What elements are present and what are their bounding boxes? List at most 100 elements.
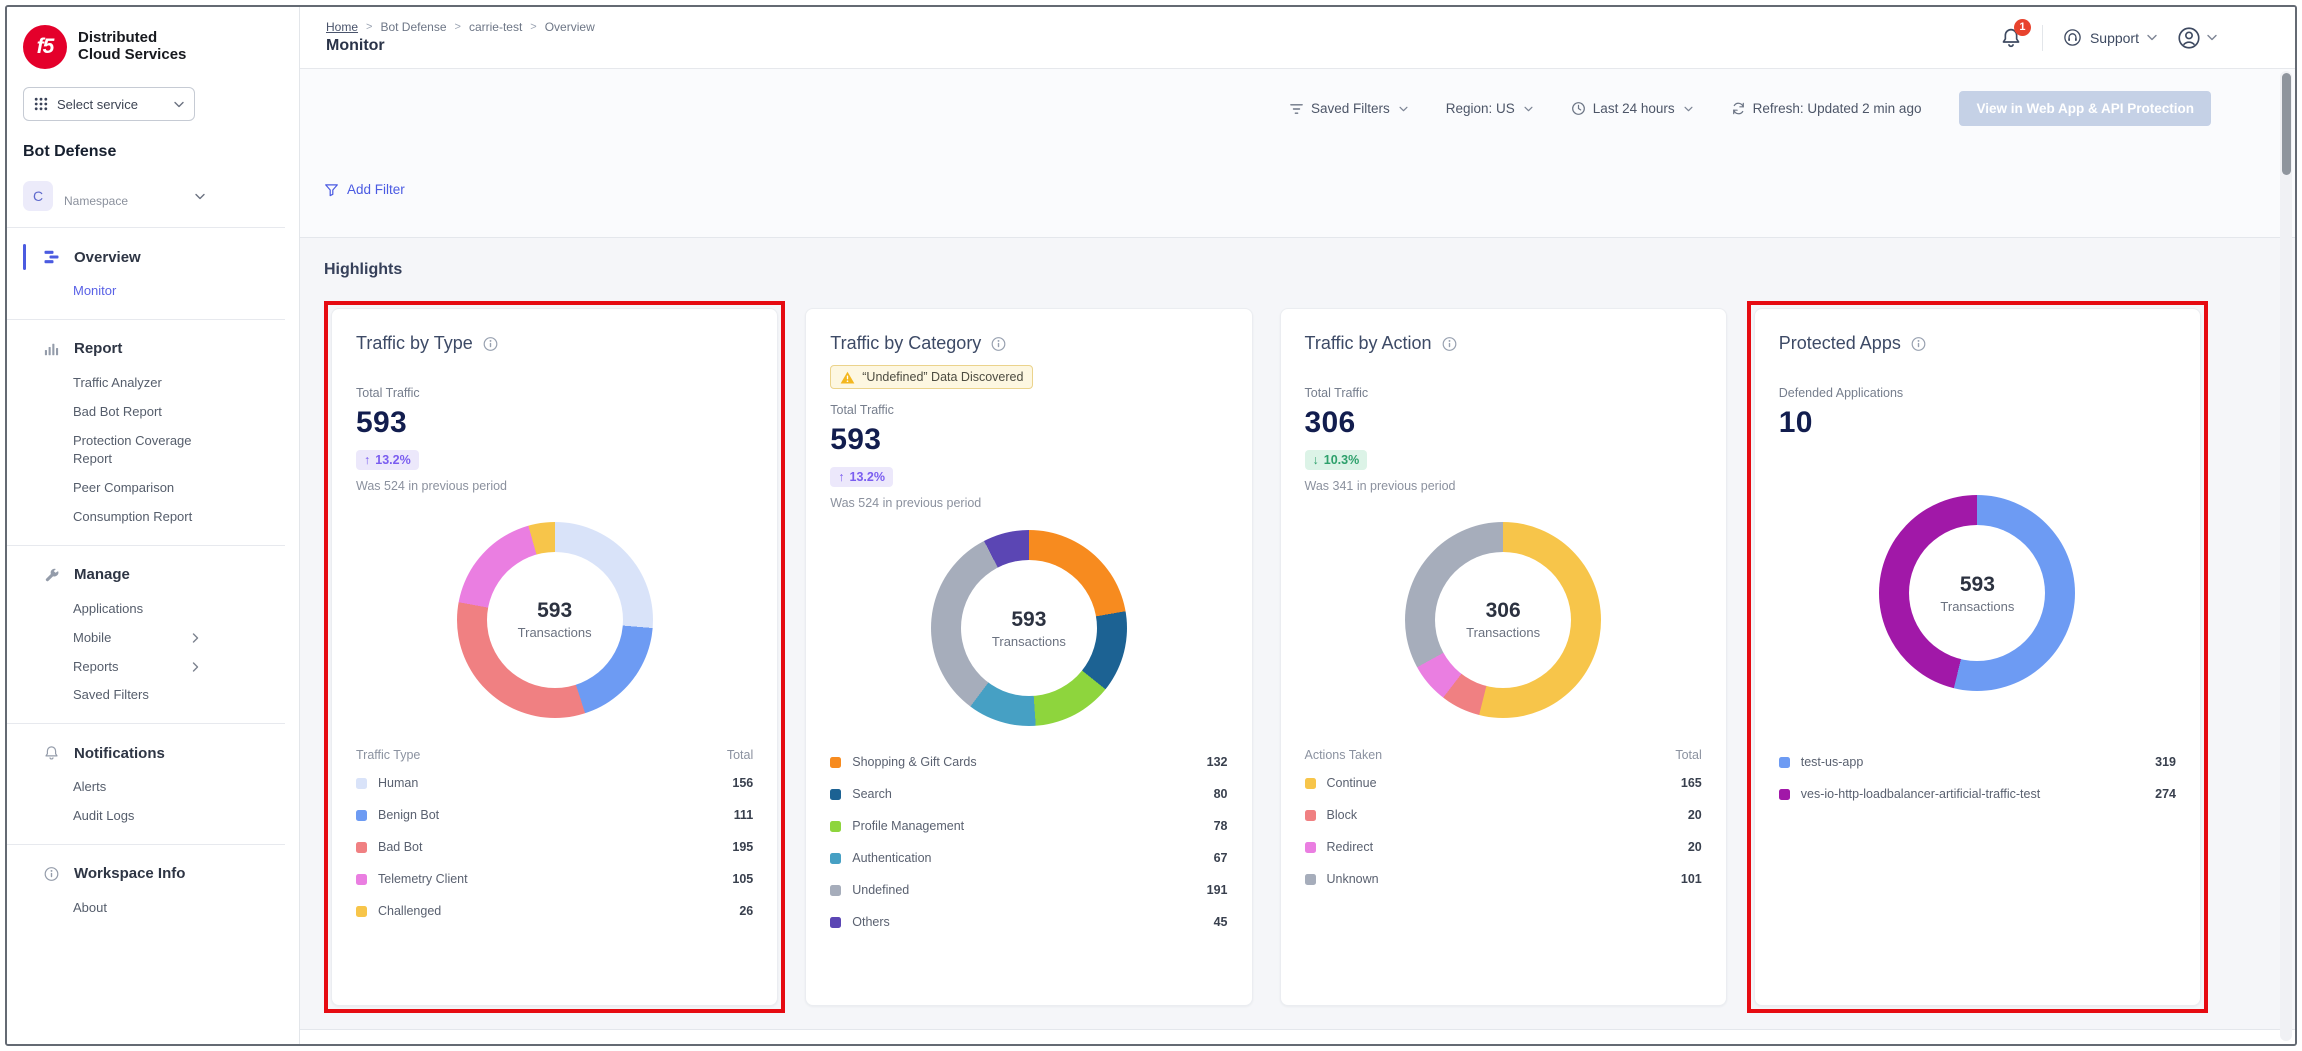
sidebar-item-protection-coverage-report[interactable]: Protection Coverage Report <box>73 427 285 475</box>
card-title-row: Traffic by Type <box>356 333 753 354</box>
card-title: Protected Apps <box>1779 333 1901 354</box>
legend-value: 132 <box>1207 755 1228 769</box>
info-icon[interactable] <box>482 336 499 352</box>
donut-center-label: 593 Transactions <box>1879 495 2075 691</box>
protected-apps-donut: 593 Transactions <box>1879 495 2075 691</box>
sidebar-item-alerts[interactable]: Alerts <box>73 773 285 802</box>
legend-list: Continue165Block20Redirect20Unknown101 <box>1305 767 1702 895</box>
sidebar-item-monitor[interactable]: Monitor <box>73 277 285 306</box>
user-account-menu[interactable] <box>2177 26 2217 50</box>
legend-label: Shopping & Gift Cards <box>852 755 976 769</box>
details-section: Details <box>300 1029 2295 1046</box>
breadcrumb-item-home[interactable]: Home <box>326 20 358 34</box>
sidebar-item-label: Applications <box>73 600 143 619</box>
support-menu[interactable]: Support <box>2063 28 2157 47</box>
card-protected-apps: Protected AppsDefended Applications10593… <box>1754 308 2201 1006</box>
sidebar-item-label: Peer Comparison <box>73 479 174 498</box>
previous-period-text: Was 524 in previous period <box>356 479 753 493</box>
sidebar-item-manage[interactable]: Manage <box>7 561 285 589</box>
sidebar-item-workspace-info[interactable]: Workspace Info <box>7 860 285 888</box>
header-divider <box>2042 25 2043 51</box>
breadcrumb-item-carrie-test[interactable]: carrie-test <box>469 20 522 34</box>
notification-count-badge: 1 <box>2014 19 2031 36</box>
legend-list: test-us-app319ves-io-http-loadbalancer-a… <box>1779 746 2176 810</box>
legend-item-search: Search80 <box>830 778 1227 810</box>
sidebar-item-peer-comparison[interactable]: Peer Comparison <box>73 474 285 503</box>
sidebar-nav: Overview Monitor Report Traffic Analyzer Bad… <box>7 228 299 936</box>
legend-item-bad-bot: Bad Bot195 <box>356 831 753 863</box>
chevron-down-icon <box>2207 34 2217 41</box>
region-dropdown[interactable]: Region: US <box>1446 101 1533 116</box>
legend-value: 111 <box>734 808 753 822</box>
saved-filters-dropdown[interactable]: Saved Filters <box>1289 101 1408 116</box>
sidebar-item-bad-bot-report[interactable]: Bad Bot Report <box>73 398 285 427</box>
sidebar-item-label: Mobile <box>73 629 111 648</box>
legend-value: 26 <box>739 904 753 918</box>
sidebar-item-saved-filters[interactable]: Saved Filters <box>73 681 285 710</box>
sidebar-item-label: Bad Bot Report <box>73 403 162 422</box>
chevron-right-icon <box>192 662 199 672</box>
legend-item-test-us-app: test-us-app319 <box>1779 746 2176 778</box>
info-icon[interactable] <box>1910 336 1927 352</box>
card-body: “Undefined” Data DiscoveredTotal Traffic… <box>830 354 1227 746</box>
change-badge-row: ↑13.2% <box>830 457 1227 487</box>
sidebar-item-reports[interactable]: Reports <box>73 653 285 682</box>
sidebar-item-notifications[interactable]: Notifications <box>7 739 285 767</box>
refresh-button[interactable]: Refresh: Updated 2 min ago <box>1731 101 1922 116</box>
sidebar-item-applications[interactable]: Applications <box>73 595 285 624</box>
details-heading: Details <box>324 1043 2295 1046</box>
top-header: Home>Bot Defense>carrie-test>Overview Mo… <box>300 7 2295 69</box>
namespace-selector[interactable]: C Namespace <box>7 173 285 228</box>
legend-item-telemetry-client: Telemetry Client105 <box>356 863 753 895</box>
change-value: 13.2% <box>375 453 410 467</box>
sidebar-item-overview[interactable]: Overview <box>7 243 285 271</box>
legend-swatch <box>1305 874 1316 885</box>
sidebar-item-about[interactable]: About <box>73 894 285 923</box>
legend-swatch <box>356 906 367 917</box>
card-body: Defended Applications10593Transactions <box>1779 354 2176 746</box>
legend-header-total: Total <box>1675 748 1701 762</box>
legend-value: 165 <box>1681 776 1702 790</box>
funnel-icon <box>324 183 339 197</box>
legend-label: Continue <box>1327 776 1377 790</box>
info-icon[interactable] <box>1441 336 1458 352</box>
donut-center-unit: Transactions <box>992 634 1066 649</box>
select-service-dropdown[interactable]: Select service <box>23 87 195 121</box>
donut-center-unit: Transactions <box>1466 625 1540 640</box>
donut-center-unit: Transactions <box>1940 599 2014 614</box>
sidebar-item-report[interactable]: Report <box>7 335 285 363</box>
legend-value: 80 <box>1214 787 1228 801</box>
view-in-waap-button[interactable]: View in Web App & API Protection <box>1959 91 2211 126</box>
main-area: Home>Bot Defense>carrie-test>Overview Mo… <box>300 7 2295 1044</box>
notifications-bell-icon[interactable]: 1 <box>2000 27 2022 49</box>
chevron-down-icon <box>1524 106 1533 112</box>
breadcrumb-item-overview[interactable]: Overview <box>545 20 595 34</box>
donut-center-value: 593 <box>1960 573 1995 597</box>
breadcrumb-item-bot-defense[interactable]: Bot Defense <box>380 20 446 34</box>
sidebar-item-mobile[interactable]: Mobile <box>73 624 285 653</box>
arrow-down-icon: ↓ <box>1313 453 1319 467</box>
stat-label: Total Traffic <box>1305 386 1702 400</box>
legend-label: Telemetry Client <box>378 872 468 886</box>
time-range-dropdown[interactable]: Last 24 hours <box>1571 101 1693 116</box>
add-filter-button[interactable]: Add Filter <box>324 182 405 197</box>
card-body: Total Traffic593↑13.2%Was 524 in previou… <box>356 354 753 746</box>
legend-swatch <box>356 874 367 885</box>
legend-header-total: Total <box>727 748 753 762</box>
header-left: Home>Bot Defense>carrie-test>Overview Mo… <box>326 20 595 55</box>
legend-list: Shopping & Gift Cards132Search80Profile … <box>830 746 1227 938</box>
toolbar: Saved Filters Region: US Last 24 hours <box>300 69 2295 126</box>
sidebar-item-consumption-report[interactable]: Consumption Report <box>73 503 285 532</box>
sidebar-item-audit-logs[interactable]: Audit Logs <box>73 802 285 831</box>
legend-label: Undefined <box>852 883 909 897</box>
breadcrumb-separator: > <box>366 21 372 33</box>
legend-value: 78 <box>1214 819 1228 833</box>
bell-icon <box>43 744 61 762</box>
card-title-row: Protected Apps <box>1779 333 2176 354</box>
sidebar-item-traffic-analyzer[interactable]: Traffic Analyzer <box>73 369 285 398</box>
info-icon[interactable] <box>990 336 1007 352</box>
legend-item-human: Human156 <box>356 767 753 799</box>
legend-header: Traffic TypeTotal <box>356 746 753 767</box>
scrollbar-thumb[interactable] <box>2282 73 2291 175</box>
card-title: Traffic by Category <box>830 333 981 354</box>
